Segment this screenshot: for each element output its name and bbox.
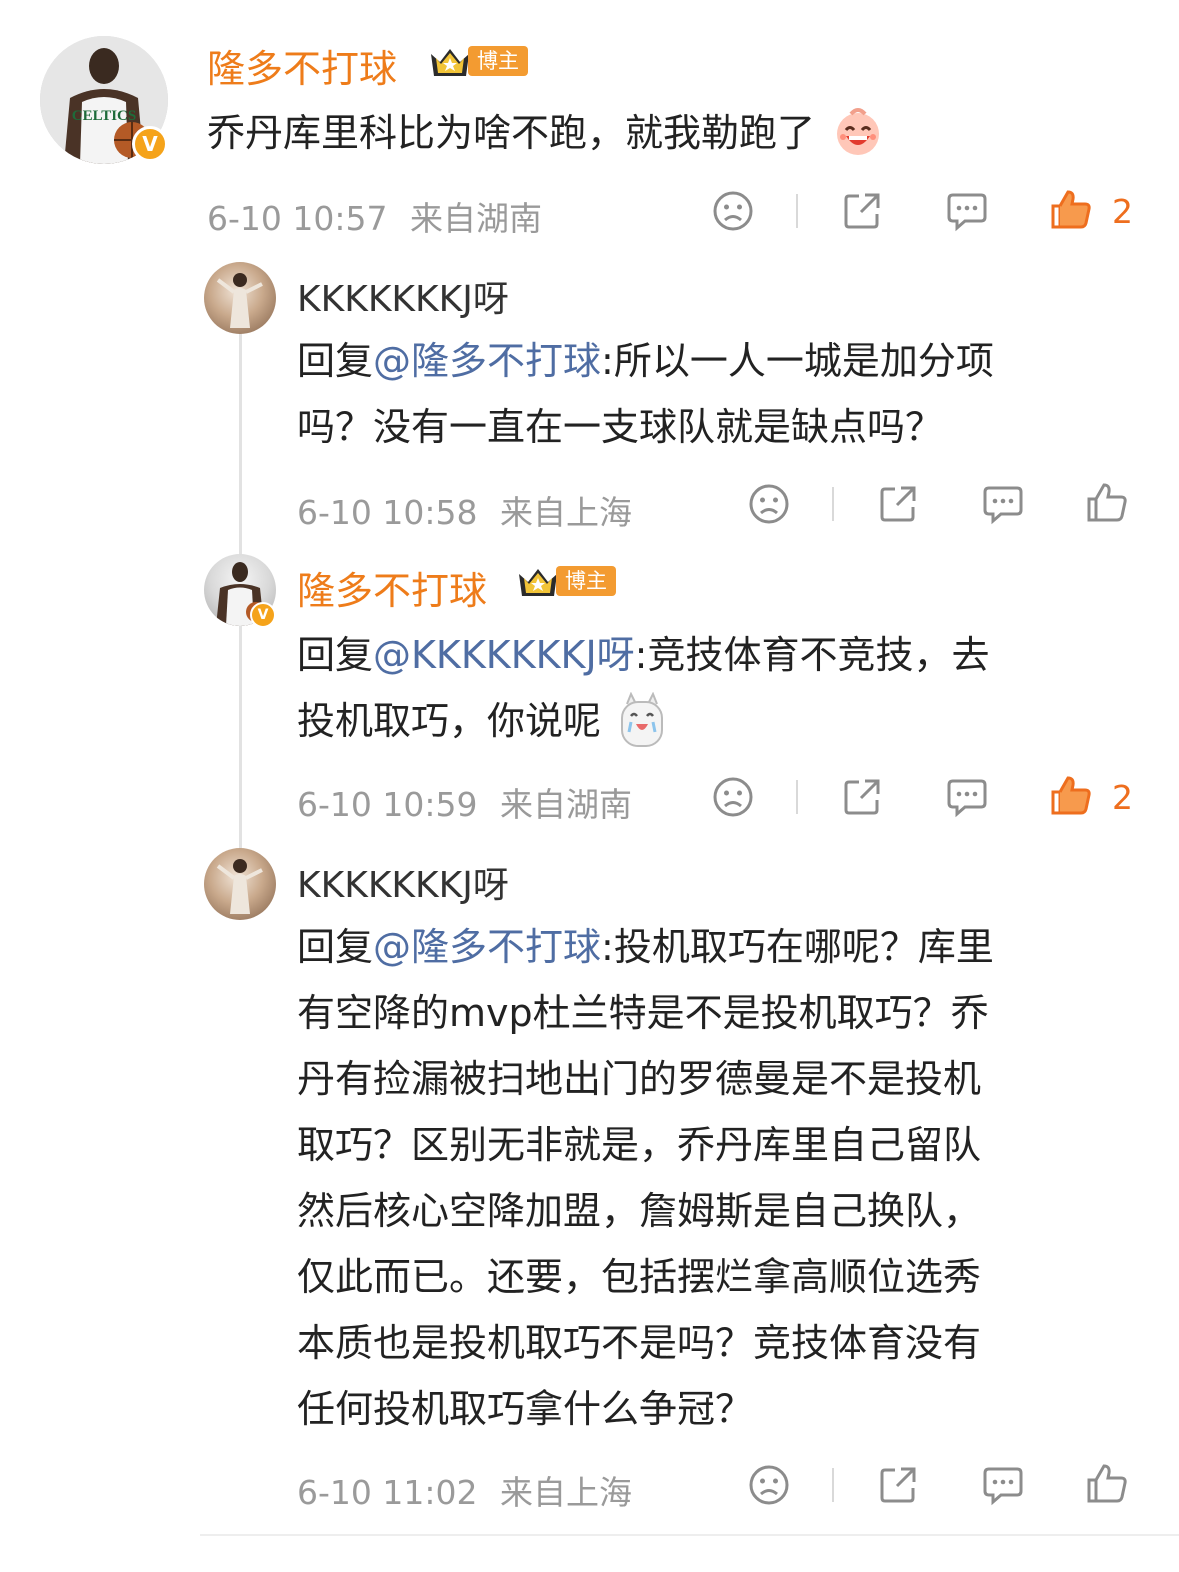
section-divider [200,1534,1179,1536]
comment-location: 来自湖南 [500,785,632,824]
reply3-line: 丹有捡漏被扫地出门的罗德曼是不是投机 [297,1057,982,1101]
share-icon[interactable] [841,190,883,232]
avatar-kkkkkkkj[interactable] [204,262,276,334]
reply2-line1: 回复@KKKKKKKJ呀:竞技体育不竞技，去 [297,622,989,688]
reply-prefix: 回复 [297,339,374,383]
comment-location: 来自上海 [500,493,632,532]
reply3-line: 仅此而已。还要，包括摆烂拿高顺位选秀 [297,1255,982,1299]
comment-icon[interactable] [945,776,989,818]
reply-content: :投机取巧在哪呢？库里 [601,925,994,969]
reply3-line: 然后核心空降加盟，詹姆斯是自己换队， [297,1189,982,1233]
comment-time: 6-10 11:02 [297,1473,478,1512]
badge-label: 博主 [468,46,528,76]
thumbs-up-icon[interactable] [1049,187,1093,231]
reply1-username[interactable]: KKKKKKKJ呀 [297,270,509,322]
thumbs-up-icon[interactable] [1085,1461,1129,1505]
main-meta: 6-10 10:57 来自湖南 [207,192,542,240]
reply3-line: 任何投机取巧拿什么争冠？ [297,1387,754,1431]
comment-icon[interactable] [981,483,1025,525]
figure-portrait-icon [216,273,263,328]
comment-time: 6-10 10:58 [297,493,478,532]
comment-location: 来自上海 [500,1473,632,1512]
comment-content: 乔丹库里科比为啥不跑，就我勒跑了 [207,111,816,155]
reply3-line: 取巧？区别无非就是，乔丹库里自己留队 [297,1123,982,1167]
reply-content: 投机取巧，你说呢 [297,699,602,743]
share-icon[interactable] [877,1464,919,1506]
comment-icon[interactable] [945,190,989,232]
mention-link[interactable]: @隆多不打球 [373,339,601,383]
divider [796,780,798,814]
alpaca-emoji-icon [617,692,667,748]
divider [832,487,834,521]
mention-link[interactable]: @隆多不打球 [373,925,601,969]
comment-time: 6-10 10:59 [297,785,478,824]
like-count: 2 [1112,778,1133,817]
reply3-meta: 6-10 11:02 来自上海 [297,1466,632,1514]
laugh-emoji-icon [831,104,885,158]
main-comment-text: 乔丹库里科比为啥不跑，就我勒跑了 [207,100,885,166]
figure-portrait-icon [216,859,263,914]
verified-v-icon: V [250,602,276,628]
comment-icon[interactable] [981,1464,1025,1506]
reply2-username[interactable]: 隆多不打球 [297,560,487,615]
reply1-meta: 6-10 10:58 来自上海 [297,486,632,534]
reply3-line: 有空降的mvp杜兰特是不是投机取巧？乔 [297,991,989,1035]
reply1-line1: 回复@隆多不打球:所以一人一城是加分项 [297,328,994,394]
reply2-line2: 投机取巧，你说呢 [297,688,667,754]
reply3-username[interactable]: KKKKKKKJ呀 [297,856,509,908]
blogger-badge: 博主 [428,44,528,78]
badge-label: 博主 [556,566,616,596]
sad-face-icon[interactable] [748,1464,790,1506]
comment-time: 6-10 10:57 [207,199,388,238]
sad-face-icon[interactable] [712,190,754,232]
share-icon[interactable] [877,483,919,525]
sad-face-icon[interactable] [712,776,754,818]
verified-v-icon: V [132,126,168,162]
reply1-line2: 吗？没有一直在一支球队就是缺点吗？ [297,405,944,449]
reply3-line: 本质也是投机取巧不是吗？竞技体育没有 [297,1321,982,1365]
avatar-kkkkkkkj[interactable] [204,848,276,920]
main-username[interactable]: 隆多不打球 [207,38,397,93]
divider [796,194,798,228]
reply2-meta: 6-10 10:59 来自湖南 [297,778,632,826]
sad-face-icon[interactable] [748,483,790,525]
reply-prefix: 回复 [297,925,374,969]
like-count: 2 [1112,192,1133,231]
crown-badge-icon [431,49,469,76]
reply-content: :竞技体育不竞技，去 [634,633,990,677]
mention-link[interactable]: @KKKKKKKJ呀 [373,633,635,677]
comment-location: 来自湖南 [410,199,542,238]
thumbs-up-icon[interactable] [1085,480,1129,524]
blogger-badge: 博主 [516,564,616,598]
reply-content: :所以一人一城是加分项 [601,339,994,383]
svg-text:CELTICS: CELTICS [72,108,136,124]
reply3-line1: 回复@隆多不打球:投机取巧在哪呢？库里 [297,914,994,980]
share-icon[interactable] [841,776,883,818]
divider [832,1468,834,1502]
reply-prefix: 回复 [297,633,374,677]
crown-badge-icon [519,569,557,596]
thumbs-up-icon[interactable] [1049,773,1093,817]
